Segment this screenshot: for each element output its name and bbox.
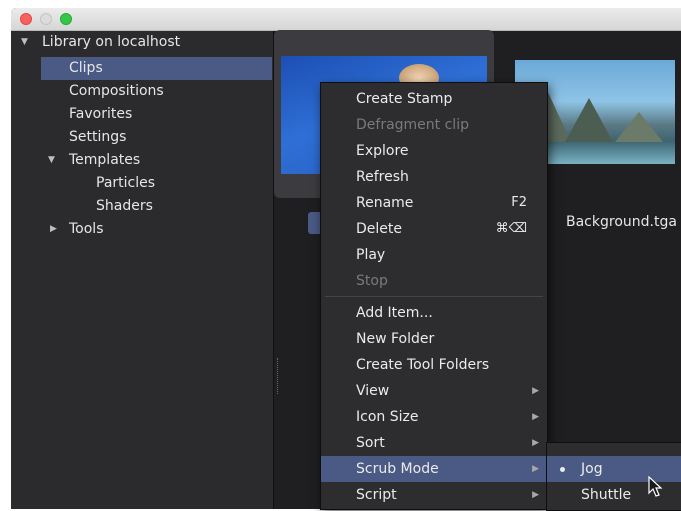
sidebar-item-library[interactable]: Library on localhost: [42, 31, 180, 54]
background-clip-label[interactable]: Background.tga: [566, 214, 677, 230]
menu-item-script[interactable]: Script ▶: [321, 482, 547, 508]
sidebar-item-shaders[interactable]: Shaders: [96, 195, 153, 218]
mouse-pointer-icon: [648, 476, 663, 497]
title-bar: [11, 8, 681, 31]
submenu-arrow-icon: ▶: [532, 386, 539, 396]
zoom-window-button[interactable]: [60, 13, 72, 25]
radio-checked-icon: [560, 467, 565, 472]
menu-item-create-tool-folders[interactable]: Create Tool Folders: [321, 352, 547, 378]
submenu-arrow-icon: ▶: [532, 438, 539, 448]
menu-item-new-folder[interactable]: New Folder: [321, 326, 547, 352]
library-sidebar: ▼ Library on localhost Clips Composition…: [11, 31, 274, 509]
menu-item-view[interactable]: View ▶: [321, 378, 547, 404]
minimize-window-button[interactable]: [40, 13, 52, 25]
sidebar-item-favorites[interactable]: Favorites: [69, 103, 132, 126]
sidebar-item-label: Clips: [69, 60, 103, 76]
menu-item-scrub-mode[interactable]: Scrub Mode ▶: [321, 456, 547, 482]
menu-item-play[interactable]: Play: [321, 242, 547, 268]
sidebar-item-tools[interactable]: Tools: [69, 218, 104, 241]
menu-item-create-stamp[interactable]: Create Stamp: [321, 86, 547, 112]
context-menu: Create Stamp Defragment clip Explore Ref…: [320, 82, 548, 510]
mountain-shape: [615, 112, 663, 142]
menu-item-rename[interactable]: Rename F2: [321, 190, 547, 216]
close-window-button[interactable]: [20, 13, 32, 25]
menu-item-refresh[interactable]: Refresh: [321, 164, 547, 190]
pane-splitter[interactable]: [277, 358, 280, 394]
mountain-shape: [565, 98, 613, 142]
shortcut-label: F2: [511, 195, 527, 210]
menu-item-icon-size[interactable]: Icon Size ▶: [321, 404, 547, 430]
menu-item-explore[interactable]: Explore: [321, 138, 547, 164]
sidebar-item-particles[interactable]: Particles: [96, 172, 155, 195]
menu-item-sort[interactable]: Sort ▶: [321, 430, 547, 456]
shortcut-label: ⌘⌫: [495, 221, 527, 236]
menu-separator: [325, 296, 543, 297]
sidebar-item-clips[interactable]: Clips: [41, 57, 272, 80]
menu-item-delete[interactable]: Delete ⌘⌫: [321, 216, 547, 242]
submenu-arrow-icon: ▶: [532, 412, 539, 422]
submenu-arrow-icon: ▶: [532, 490, 539, 500]
sidebar-item-templates[interactable]: Templates: [69, 149, 140, 172]
menu-item-stop: Stop: [356, 273, 388, 289]
sidebar-item-compositions[interactable]: Compositions: [69, 80, 164, 103]
disclosure-expanded-icon[interactable]: ▼: [21, 37, 28, 47]
disclosure-expanded-icon[interactable]: ▼: [48, 155, 55, 165]
submenu-arrow-icon: ▶: [532, 464, 539, 474]
disclosure-collapsed-icon[interactable]: ▶: [50, 224, 57, 234]
sidebar-item-settings[interactable]: Settings: [69, 126, 126, 149]
menu-item-defragment-clip: Defragment clip: [356, 117, 469, 133]
menu-item-add-item[interactable]: Add Item...: [321, 300, 547, 326]
